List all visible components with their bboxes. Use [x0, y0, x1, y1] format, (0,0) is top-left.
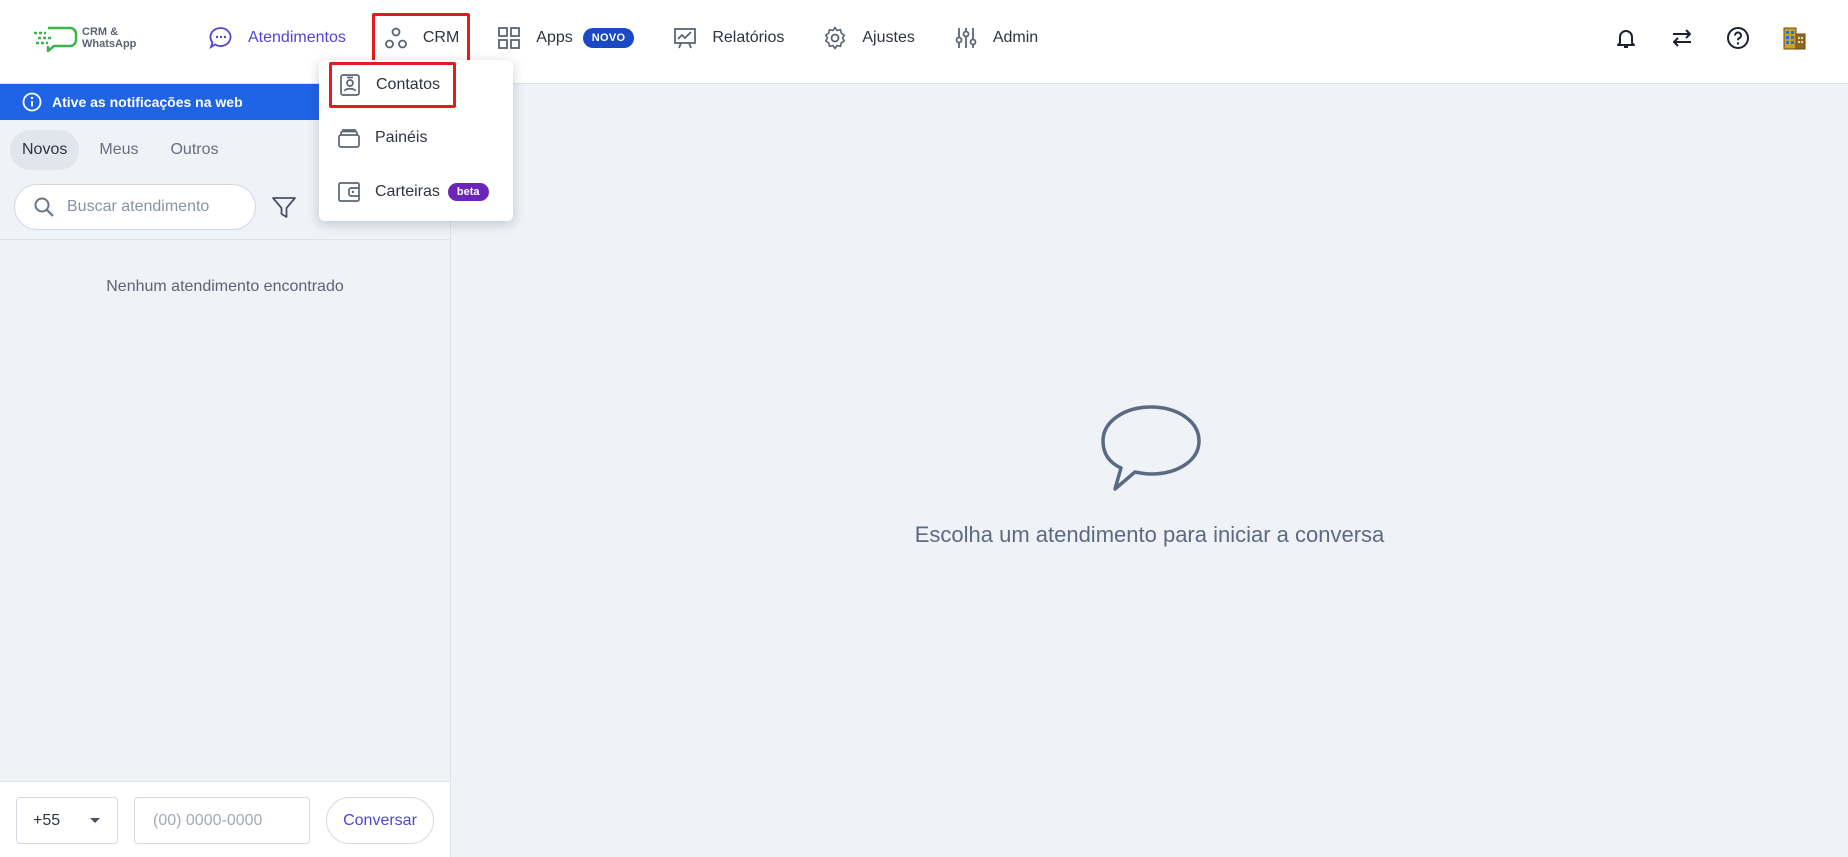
- menu-item-paineis[interactable]: Painéis: [329, 115, 504, 161]
- tab-novos[interactable]: Novos: [10, 130, 80, 170]
- nav-admin-label: Admin: [992, 29, 1039, 46]
- help-button[interactable]: [1724, 24, 1752, 52]
- switch-account-button[interactable]: [1668, 24, 1696, 52]
- grid-icon: [498, 27, 521, 49]
- nav-crm-label: CRM: [422, 29, 460, 46]
- conversation-tabs: Novos Meus Outros: [10, 130, 231, 170]
- crm-dropdown-menu: Contatos Painéis Carteiras beta: [319, 60, 513, 221]
- nav-atendimentos-label: Atendimentos: [248, 29, 346, 46]
- nav-apps[interactable]: Apps NOVO: [484, 14, 646, 62]
- empty-list-message: Nenhum atendimento encontrado: [106, 278, 344, 295]
- nav-relatorios[interactable]: Relatórios: [660, 14, 796, 62]
- menu-item-carteiras-label: Carteiras: [375, 183, 440, 200]
- country-code-value: +55: [33, 811, 61, 829]
- search-box: [14, 184, 256, 230]
- nav-ajustes[interactable]: Ajustes: [810, 14, 926, 62]
- tab-outros[interactable]: Outros: [158, 130, 230, 170]
- filter-icon: [272, 197, 296, 218]
- brand-line2: WhatsApp: [82, 38, 137, 50]
- search-icon: [34, 197, 54, 217]
- wallet-icon: [338, 182, 360, 202]
- nav-apps-label: Apps: [536, 29, 573, 46]
- conversar-button[interactable]: Conversar: [326, 797, 434, 844]
- chat-icon: [209, 27, 232, 50]
- nav-relatorios-label: Relatórios: [712, 29, 785, 46]
- country-code-select[interactable]: +55: [16, 797, 118, 844]
- nav-atendimentos[interactable]: Atendimentos: [196, 14, 358, 62]
- speech-bubble-icon: [1101, 405, 1201, 491]
- nav-ajustes-label: Ajustes: [862, 29, 915, 46]
- nav-admin[interactable]: Admin: [941, 14, 1050, 62]
- brand-text: CRM & WhatsApp: [82, 26, 136, 50]
- building-icon: [1783, 27, 1806, 50]
- phone-input[interactable]: [134, 797, 310, 844]
- beta-badge: beta: [447, 183, 489, 201]
- brand-logo[interactable]: CRM & WhatsApp: [34, 24, 136, 52]
- top-actions: [1612, 24, 1808, 52]
- menu-item-contatos-label: Contatos: [376, 76, 441, 93]
- logo-icon: [34, 26, 78, 52]
- swap-arrows-icon: [1673, 29, 1691, 47]
- panels-stack-icon: [338, 129, 360, 148]
- company-button[interactable]: [1780, 24, 1808, 52]
- chart-board-icon: [674, 28, 697, 49]
- menu-item-paineis-label: Painéis: [375, 129, 428, 146]
- top-bar: CRM & WhatsApp Atendimentos CRM Apps NOV…: [0, 0, 1848, 84]
- bell-icon: [1617, 30, 1635, 48]
- sliders-icon: [955, 28, 977, 48]
- search-input[interactable]: [67, 198, 237, 216]
- menu-item-contatos[interactable]: Contatos: [329, 62, 456, 108]
- gear-icon: [825, 26, 846, 50]
- menu-item-carteiras[interactable]: Carteiras beta: [329, 169, 504, 215]
- caret-down-icon: [90, 817, 100, 823]
- divider: [0, 239, 450, 240]
- notifications-button[interactable]: [1612, 24, 1640, 52]
- new-conversation-bar: +55 Conversar: [0, 781, 450, 857]
- chat-area: Escolha um atendimento para iniciar a co…: [451, 84, 1848, 857]
- brand-line1: CRM &: [82, 26, 119, 38]
- empty-chat-message: Escolha um atendimento para iniciar a co…: [914, 522, 1385, 547]
- filter-button[interactable]: [270, 194, 298, 222]
- crm-nodes-icon: [384, 27, 407, 49]
- nav-crm[interactable]: CRM: [371, 13, 471, 63]
- tab-meus[interactable]: Meus: [87, 130, 150, 170]
- notice-text: Ative as notificações na web: [52, 94, 243, 110]
- contact-card-icon: [340, 74, 360, 96]
- help-circle-icon: [1727, 27, 1749, 49]
- info-icon: [22, 92, 42, 112]
- novo-badge: NOVO: [582, 28, 635, 48]
